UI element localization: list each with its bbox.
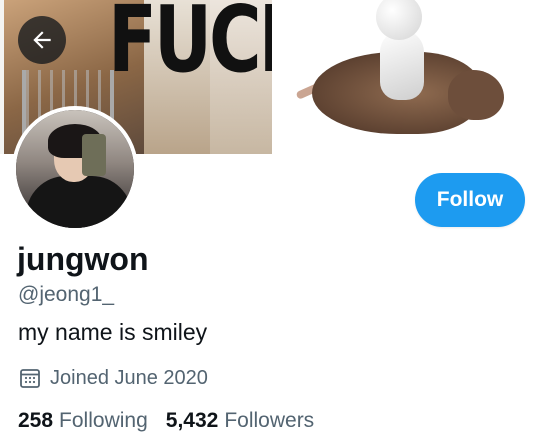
avatar[interactable]	[12, 106, 138, 232]
rat-head	[448, 70, 504, 120]
followers-label: Followers	[224, 409, 315, 432]
back-button[interactable]	[18, 16, 66, 64]
followers-link[interactable]: 5,432 Followers	[166, 409, 314, 433]
avatar-phone	[82, 134, 106, 176]
joined-date-text: Joined June 2020	[50, 366, 208, 389]
banner-rat-image	[272, 0, 540, 154]
following-label: Following	[59, 409, 148, 432]
following-link[interactable]: 258 Following	[18, 409, 148, 433]
figure-body	[380, 30, 424, 100]
calendar-icon	[20, 369, 40, 388]
user-handle: @jeong1_	[18, 283, 115, 306]
follow-button[interactable]: Follow	[415, 173, 525, 227]
avatar-shirt	[26, 176, 132, 228]
following-count: 258	[18, 409, 54, 432]
followers-count: 5,432	[165, 409, 219, 432]
profile-bio: my name is smiley	[18, 319, 208, 345]
arrow-left-icon	[33, 31, 51, 49]
display-name: jungwon	[17, 241, 149, 277]
joined-date-row: Joined June 2020	[18, 366, 208, 390]
follow-stats: 258 Following 5,432 Followers	[18, 409, 314, 433]
banner-text: FUCK	[108, 0, 272, 93]
